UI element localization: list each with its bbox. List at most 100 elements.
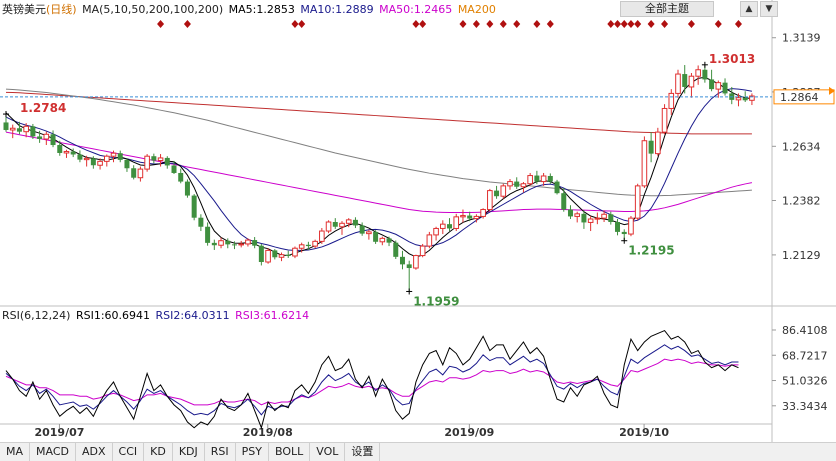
candle-body — [440, 223, 446, 229]
signal-marker-icon — [499, 20, 507, 28]
candle-body — [298, 244, 305, 249]
rsi1-value: RSI1:60.6941 — [75, 309, 151, 322]
candle-body — [238, 243, 244, 246]
indicator-tab-bar: MA MACD ADX CCI KD KDJ RSI PSY BOLL VOL … — [0, 442, 836, 461]
candle-body — [715, 82, 722, 90]
candle-body — [245, 239, 251, 245]
candle-body — [57, 145, 63, 153]
x-tick-label: 2019/09 — [444, 426, 494, 439]
candle — [191, 194, 197, 221]
candle-body — [258, 245, 264, 263]
candle — [494, 185, 500, 199]
signal-marker-icon — [486, 20, 494, 28]
candle-body — [63, 150, 70, 154]
candle-body — [641, 140, 648, 187]
candle — [561, 188, 567, 212]
tab-settings[interactable]: 设置 — [345, 443, 381, 461]
candle-body — [16, 128, 22, 132]
candle-body — [252, 240, 258, 246]
candle-body — [621, 231, 627, 235]
candle-body — [171, 165, 177, 173]
candle-body — [110, 152, 117, 157]
forex-chart[interactable]: 1.31391.28871.26341.23821.212986.410868.… — [0, 0, 836, 460]
candle-body — [144, 155, 150, 170]
tab-boll[interactable]: BOLL — [269, 443, 311, 461]
candle-body — [83, 157, 90, 161]
rsi-legend: RSI(6,12,24) RSI1:60.6941 RSI2:64.0311 R… — [2, 309, 309, 322]
candle-body — [37, 136, 43, 140]
candle — [540, 172, 547, 186]
candle-body — [104, 155, 110, 162]
candle — [278, 252, 285, 262]
candle — [735, 93, 742, 107]
candle — [319, 228, 325, 244]
signal-marker-icon — [687, 20, 695, 28]
tab-kdj[interactable]: KDJ — [173, 443, 205, 461]
candle-body — [527, 175, 533, 185]
candle-body — [514, 181, 520, 187]
candle-body — [50, 134, 56, 146]
candle — [325, 220, 332, 234]
candle-body — [90, 158, 96, 166]
candle-body — [628, 217, 634, 235]
candle — [709, 69, 715, 92]
candle-body — [352, 219, 358, 226]
candle-body — [339, 222, 345, 228]
signal-marker-icon — [412, 20, 420, 28]
candle — [682, 65, 688, 94]
signal-marker-icon — [291, 20, 299, 28]
candle — [117, 150, 123, 163]
candle-body — [601, 213, 607, 219]
candle-body — [265, 249, 271, 263]
signal-marker-icon — [183, 20, 191, 28]
candle — [507, 178, 513, 190]
candle — [211, 239, 217, 250]
candle-body — [467, 215, 473, 219]
extreme-label: 1.1959 — [413, 294, 459, 308]
candle-body — [211, 242, 217, 246]
candle-body — [648, 140, 654, 154]
signal-marker-icon — [298, 20, 306, 28]
candle-body — [285, 254, 291, 256]
x-tick-label: 2019/10 — [619, 426, 669, 439]
candle-body — [3, 122, 9, 130]
candle-body — [157, 157, 164, 162]
candle — [218, 237, 224, 249]
candle — [587, 215, 594, 232]
candle-body — [30, 126, 36, 137]
tab-cci[interactable]: CCI — [113, 443, 145, 461]
tab-rsi[interactable]: RSI — [205, 443, 236, 461]
candle-body — [494, 190, 500, 197]
candle — [332, 218, 338, 229]
candle-body — [722, 82, 728, 94]
candle-body — [131, 168, 137, 178]
x-tick-label: 2019/07 — [34, 426, 84, 439]
scroll-up-button[interactable]: ▲ — [740, 1, 758, 17]
signal-marker-icon — [714, 20, 722, 28]
candle — [157, 154, 164, 167]
tab-psy[interactable]: PSY — [236, 443, 269, 461]
candle — [567, 205, 573, 219]
candle-body — [554, 181, 560, 194]
tab-macd[interactable]: MACD — [30, 443, 76, 461]
ma50-value: MA50:1.2465 — [379, 3, 453, 16]
tab-vol[interactable]: VOL — [310, 443, 346, 461]
candle-body — [77, 154, 83, 160]
candle — [722, 78, 728, 96]
candle-body — [540, 175, 547, 183]
candle — [238, 240, 244, 248]
signal-marker-icon — [634, 20, 642, 28]
tab-ma[interactable]: MA — [0, 443, 31, 461]
candle-body — [735, 97, 742, 101]
signal-marker-icon — [614, 20, 622, 28]
candle-body — [453, 216, 460, 229]
tab-adx[interactable]: ADX — [76, 443, 113, 461]
scroll-down-button[interactable]: ▼ — [760, 1, 778, 17]
rsi-y-tick-label: 33.3434 — [782, 400, 828, 413]
series-ma200-line — [5, 91, 752, 135]
tab-kd[interactable]: KD — [144, 443, 173, 461]
candle — [63, 149, 70, 158]
period-label[interactable]: (日线) — [46, 3, 77, 16]
extreme-label: 1.3013 — [709, 52, 755, 66]
all-themes-button[interactable]: 全部主题 — [620, 1, 714, 17]
